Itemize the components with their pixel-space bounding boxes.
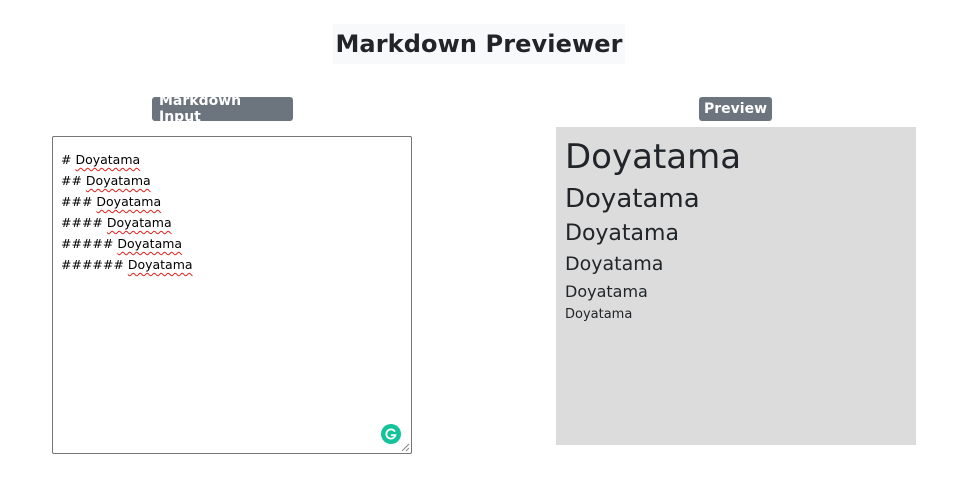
misspelled-word[interactable]: Doyatama <box>86 173 151 188</box>
markdown-prefix: #### <box>61 215 107 230</box>
editor-line: ##### Doyatama <box>61 233 403 254</box>
markdown-prefix: ##### <box>61 236 118 251</box>
preview-heading-6: Doyatama <box>565 307 633 323</box>
editor-line: ###### Doyatama <box>61 254 403 275</box>
preview-badge: Preview <box>699 97 772 121</box>
markdown-prefix: ###### <box>61 257 128 272</box>
page-title: Markdown Previewer <box>335 30 623 58</box>
preview-heading-4: Doyatama <box>565 253 664 276</box>
grammarly-icon[interactable] <box>381 424 401 444</box>
preview-pane: Doyatama Doyatama Doyatama Doyatama Doya… <box>556 127 916 445</box>
preview-heading-2: Doyatama <box>565 183 700 214</box>
misspelled-word[interactable]: Doyatama <box>107 215 172 230</box>
editor-line: # Doyatama <box>61 149 403 170</box>
markdown-editor[interactable]: # Doyatama ## Doyatama ### Doyatama ####… <box>52 136 412 454</box>
grammarly-g-glyph <box>385 428 397 440</box>
misspelled-word[interactable]: Doyatama <box>117 236 182 251</box>
title-container: Markdown Previewer <box>333 24 625 64</box>
misspelled-word[interactable]: Doyatama <box>96 194 161 209</box>
markdown-prefix: # <box>61 152 76 167</box>
preview-heading-5: Doyatama <box>565 282 648 302</box>
resize-handle-icon[interactable] <box>401 443 410 452</box>
preview-heading-3: Doyatama <box>565 220 679 246</box>
editor-line: ### Doyatama <box>61 191 403 212</box>
preview-heading-1: Doyatama <box>565 137 742 177</box>
misspelled-word[interactable]: Doyatama <box>128 257 193 272</box>
editor-line: ## Doyatama <box>61 170 403 191</box>
editor-line: #### Doyatama <box>61 212 403 233</box>
markdown-prefix: ### <box>61 194 97 209</box>
markdown-prefix: ## <box>61 173 86 188</box>
markdown-input-badge: Markdown Input <box>152 93 293 125</box>
page: Markdown Previewer Markdown Input Previe… <box>0 0 979 502</box>
misspelled-word[interactable]: Doyatama <box>75 152 140 167</box>
